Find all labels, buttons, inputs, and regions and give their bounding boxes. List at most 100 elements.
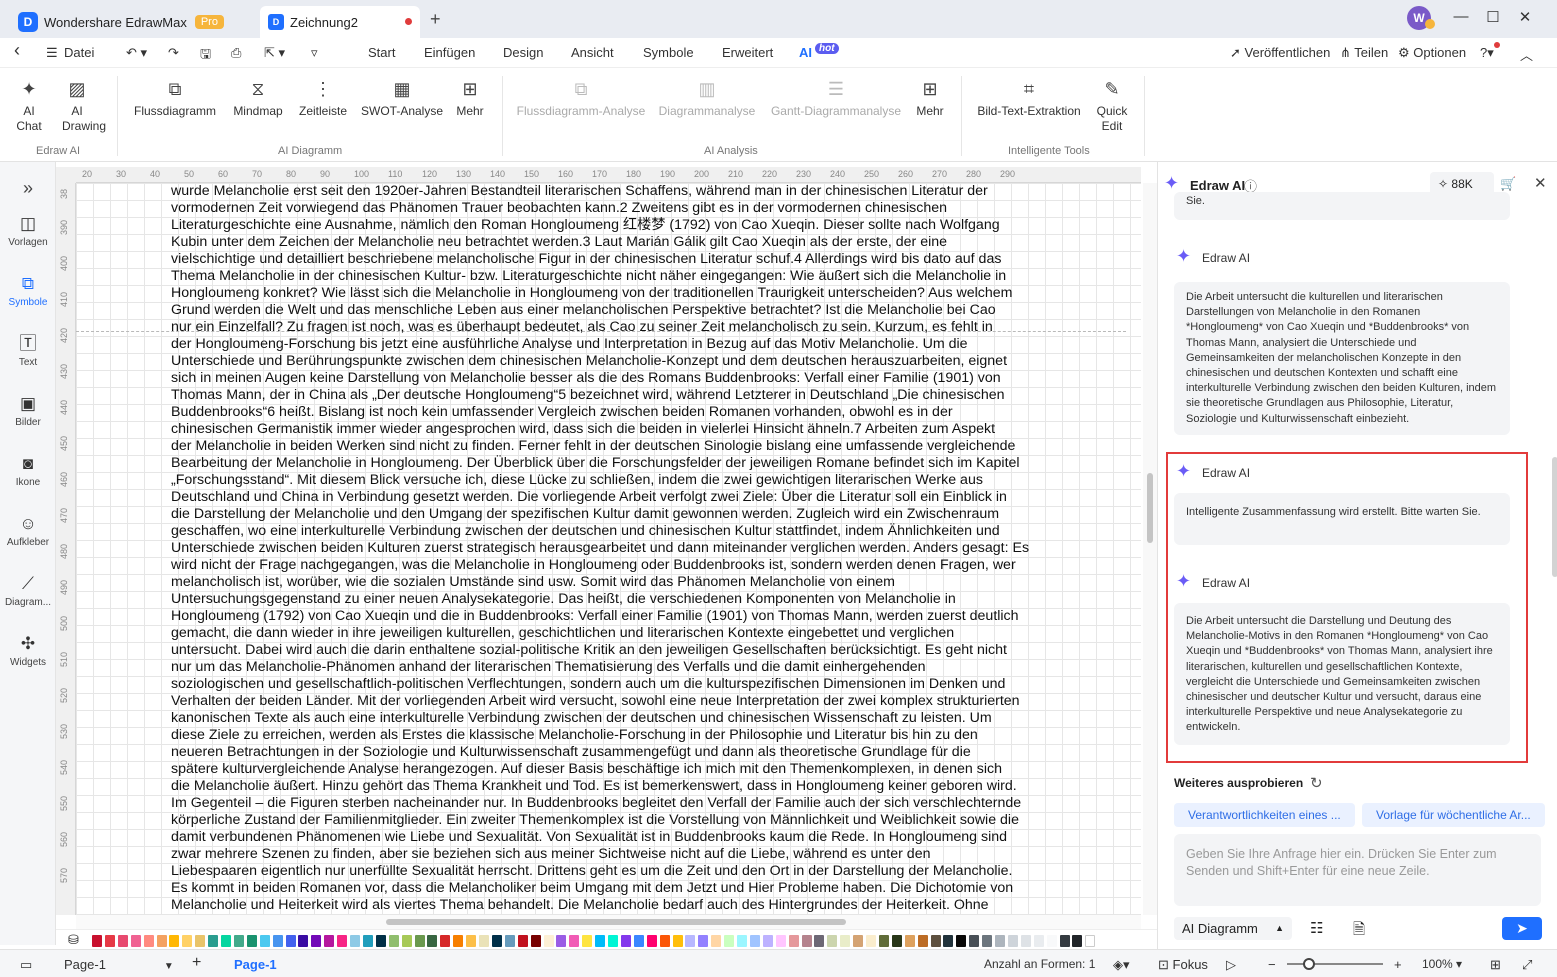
save-icon[interactable]: 🖫 <box>200 45 211 67</box>
color-swatch[interactable] <box>517 935 528 947</box>
color-swatch[interactable] <box>401 935 412 947</box>
close-panel-button[interactable]: ✕ <box>1534 174 1547 192</box>
share-button[interactable]: ⋔ Teilen <box>1340 45 1388 61</box>
color-swatch[interactable] <box>608 935 618 947</box>
swot-button[interactable]: ▦ SWOT-Analyse <box>360 78 444 119</box>
publish-button[interactable]: ➚ Veröffentlichen <box>1230 45 1330 61</box>
zoom-in-button[interactable]: + <box>1394 957 1402 972</box>
quick-edit-button[interactable]: ✎ Quick Edit <box>1094 78 1130 134</box>
color-swatch[interactable] <box>749 935 760 947</box>
color-swatch[interactable] <box>724 935 735 947</box>
color-swatch[interactable] <box>530 935 541 947</box>
color-swatch[interactable] <box>737 935 747 947</box>
mode-select[interactable]: AI Diagramm ▲ <box>1174 917 1292 940</box>
color-swatch[interactable] <box>840 935 851 947</box>
ocr-button[interactable]: ⌗ Bild-Text-Extraktion <box>974 78 1084 119</box>
color-swatch[interactable] <box>943 935 954 947</box>
redo-button[interactable]: ↷ <box>168 45 179 61</box>
minimize-button[interactable]: — <box>1449 8 1473 25</box>
page-tab-active[interactable]: Page-1 <box>234 957 277 972</box>
vertical-scroll-thumb[interactable] <box>1147 473 1153 543</box>
document-tab[interactable]: D Zeichnung2 <box>260 6 420 38</box>
more-diagram-button[interactable]: ⊞ Mehr <box>452 78 488 119</box>
new-tab-button[interactable]: + <box>430 9 441 30</box>
color-swatch[interactable] <box>195 935 206 947</box>
menu-view[interactable]: Ansicht <box>571 45 614 60</box>
color-swatch[interactable] <box>169 935 180 947</box>
help-button[interactable]: ?▾ <box>1480 45 1494 61</box>
color-swatch[interactable] <box>788 935 799 947</box>
ai-drawing-button[interactable]: ▨ AI Drawing <box>62 78 106 134</box>
color-swatch[interactable] <box>582 935 593 947</box>
color-swatch[interactable] <box>143 935 154 947</box>
add-page-button[interactable]: + <box>192 954 201 972</box>
color-swatch[interactable] <box>646 935 657 947</box>
color-swatch[interactable] <box>466 935 477 947</box>
zoom-out-button[interactable]: − <box>1268 957 1276 972</box>
color-swatch[interactable] <box>556 935 567 947</box>
color-swatch[interactable] <box>995 935 1005 947</box>
color-swatch[interactable] <box>969 935 980 947</box>
file-menu[interactable]: Datei <box>64 45 94 60</box>
sidebar-item-charts[interactable]: ⟋ Diagram... <box>0 574 56 608</box>
sidebar-item-text[interactable]: 🅃 Text <box>0 334 56 368</box>
color-swatch[interactable] <box>246 935 257 947</box>
color-swatch[interactable] <box>350 935 360 947</box>
sidebar-item-symbols[interactable]: ⧉ Symbole <box>0 274 56 308</box>
color-swatch[interactable] <box>1085 935 1096 947</box>
suggestion-chip-2[interactable]: Vorlage für wöchentliche Ar... <box>1362 803 1545 827</box>
layers-icon[interactable]: ◈▾ <box>1113 957 1130 973</box>
export-icon[interactable]: ⇱ ▾ <box>264 45 285 61</box>
zoom-slider-handle[interactable] <box>1303 958 1315 970</box>
sidebar-item-images[interactable]: ▣ Bilder <box>0 394 56 428</box>
app-tab[interactable]: D Wondershare EdrawMax Pro <box>10 6 255 38</box>
color-swatch[interactable] <box>453 935 464 947</box>
page-select[interactable]: Page-1 ▼ <box>64 957 174 972</box>
document-text-block[interactable]: wurde Melancholie erst seit den 1920er-J… <box>171 183 1049 914</box>
panel-scrollbar[interactable] <box>1552 457 1557 577</box>
vertical-scrollbar[interactable] <box>1143 183 1157 915</box>
options-button[interactable]: ⚙ Optionen <box>1398 45 1466 61</box>
page-view-icon[interactable]: ▭ <box>20 957 32 973</box>
color-swatch[interactable] <box>659 935 670 947</box>
refresh-icon[interactable]: ↻ <box>1310 774 1323 792</box>
maximize-button[interactable]: ☐ <box>1481 8 1505 26</box>
color-swatch[interactable] <box>543 935 554 947</box>
color-swatch[interactable] <box>685 935 696 947</box>
color-swatch[interactable] <box>633 935 644 947</box>
chat-bubble-summary-1[interactable]: Die Arbeit untersucht die kulturellen un… <box>1174 282 1510 435</box>
timeline-button[interactable]: ⋮ Zeitleiste <box>296 78 350 119</box>
play-icon[interactable]: ▷ <box>1226 957 1236 973</box>
color-swatch[interactable] <box>878 935 889 947</box>
color-swatch[interactable] <box>117 935 128 947</box>
color-swatch[interactable] <box>233 935 244 947</box>
color-swatch[interactable] <box>337 935 348 947</box>
gantt-analysis-button[interactable]: ☰ Gantt-Diagrammanalyse <box>768 78 904 119</box>
undo-button[interactable]: ↶ ▾ <box>126 45 147 61</box>
sidebar-item-stickers[interactable]: ☺ Aufkleber <box>0 514 56 548</box>
color-swatch[interactable] <box>853 935 864 947</box>
send-button[interactable]: ➤ <box>1502 917 1542 940</box>
back-button[interactable]: ‹ <box>14 40 20 61</box>
menu-start[interactable]: Start <box>368 45 395 60</box>
color-swatch[interactable] <box>982 935 993 947</box>
color-swatch[interactable] <box>92 935 102 947</box>
color-swatch[interactable] <box>1007 935 1018 947</box>
zoom-level[interactable]: 100% ▾ <box>1422 957 1462 971</box>
color-swatch[interactable] <box>711 935 722 947</box>
canvas[interactable]: wurde Melancholie erst seit den 1920er-J… <box>76 183 1141 915</box>
color-swatch[interactable] <box>866 935 876 947</box>
color-swatch[interactable] <box>814 935 825 947</box>
sidebar-item-icons[interactable]: ◙ Ikone <box>0 454 56 488</box>
color-swatch[interactable] <box>904 935 915 947</box>
color-swatch[interactable] <box>775 935 786 947</box>
ai-chat-button[interactable]: ✦ AI Chat <box>14 78 44 134</box>
color-swatch[interactable] <box>182 935 193 947</box>
menu-symbols[interactable]: Symbole <box>643 45 694 60</box>
suggestion-chip-1[interactable]: Verantwortlichkeiten eines ... <box>1174 803 1355 827</box>
document-attach-icon[interactable]: 🗎 <box>1353 919 1365 944</box>
focus-button[interactable]: ⊡ Fokus <box>1158 957 1208 973</box>
color-swatch[interactable] <box>156 935 167 947</box>
color-swatch[interactable] <box>221 935 231 947</box>
color-swatch[interactable] <box>298 935 309 947</box>
